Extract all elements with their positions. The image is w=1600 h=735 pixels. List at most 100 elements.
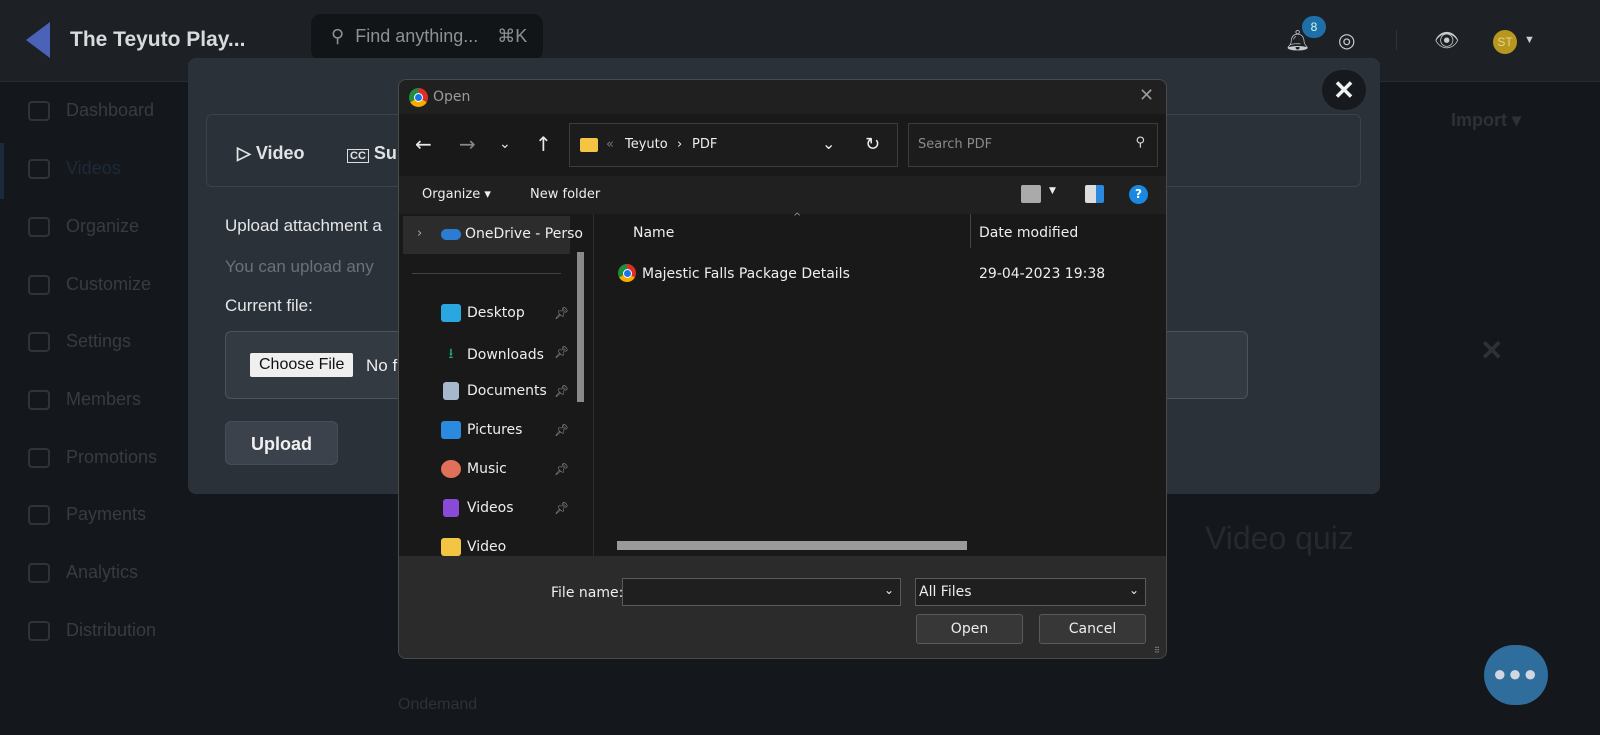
onedrive-icon <box>441 229 461 240</box>
brand-name[interactable]: The Teyuto Play... <box>70 28 245 52</box>
ondemand-label: Ondemand <box>398 696 478 713</box>
download-icon: ⭳ <box>448 346 454 362</box>
nav-label: Documents <box>467 383 547 399</box>
active-indicator <box>0 143 4 199</box>
sidebar-label: Members <box>66 389 142 409</box>
close-icon: ✕ <box>1480 335 1504 366</box>
chevron-down-icon[interactable]: ▼ <box>1049 186 1056 196</box>
sidebar-item-settings[interactable]: Settings <box>28 331 131 352</box>
dashboard-icon <box>28 100 50 121</box>
organize-icon <box>28 216 50 237</box>
sidebar-item-videos[interactable]: Videos <box>28 158 121 179</box>
avatar[interactable]: ST <box>1493 30 1517 54</box>
folder-icon <box>441 538 461 556</box>
sidebar-item-payments[interactable]: Payments <box>28 504 146 525</box>
expand-chevron-icon[interactable]: › <box>417 226 422 241</box>
nav-item-music[interactable]: Music <box>441 460 507 478</box>
address-bar[interactable]: « Teyuto › PDF ⌄ ↻ <box>569 123 898 167</box>
sidebar-item-customize[interactable]: Customize <box>28 274 151 295</box>
refresh-icon[interactable]: ↻ <box>865 134 880 155</box>
modal-close-button[interactable]: ✕ <box>1322 70 1366 110</box>
chrome-icon <box>618 264 636 282</box>
nav-item-downloads[interactable]: ⭳ Downloads <box>441 343 544 367</box>
pin-icon[interactable]: 📌︎ <box>554 501 569 515</box>
pin-icon[interactable]: 📌︎ <box>554 462 569 476</box>
view-options-icon[interactable] <box>1021 185 1041 203</box>
pin-icon[interactable]: 📌︎ <box>554 306 569 320</box>
divider <box>1396 30 1397 50</box>
music-icon <box>441 460 461 478</box>
forward-button[interactable]: → <box>459 132 476 156</box>
sidebar-item-promotions[interactable]: Promotions <box>28 447 157 468</box>
upload-subtext: You can upload any <box>225 257 374 276</box>
video-quiz-label: Video quiz <box>1205 520 1354 556</box>
nav-item-pictures[interactable]: Pictures <box>441 421 522 439</box>
file-name-input[interactable]: ⌄ <box>622 578 901 606</box>
up-button[interactable]: ↑ <box>535 132 552 156</box>
sidebar-item-dashboard[interactable]: Dashboard <box>28 100 154 121</box>
gear-icon <box>28 331 50 352</box>
cancel-button[interactable]: Cancel <box>1039 614 1146 644</box>
nav-item-videos[interactable]: Videos <box>441 499 514 517</box>
divider <box>593 214 594 556</box>
video-icon <box>28 158 50 179</box>
nav-label: Videos <box>467 500 514 516</box>
resize-grip-icon[interactable]: ⠿ <box>1154 646 1160 655</box>
file-type-select[interactable]: All Files ⌄ <box>915 578 1146 606</box>
sidebar-item-members[interactable]: Members <box>28 389 141 410</box>
current-file-label: Current file: <box>225 296 313 315</box>
nav-item-video-folder[interactable]: Video <box>441 538 506 556</box>
sidebar-item-organize[interactable]: Organize <box>28 216 139 237</box>
sidebar-label: Promotions <box>66 447 158 467</box>
new-folder-button[interactable]: New folder <box>530 187 600 202</box>
nav-item-desktop[interactable]: Desktop <box>441 304 525 322</box>
command-bar: Organize ▾ New folder ▼ ? <box>399 176 1166 214</box>
chrome-icon <box>409 88 428 107</box>
dialog-search-input[interactable]: Search PDF ⚲ <box>908 123 1158 167</box>
chevron-down-icon: ⌄ <box>1128 583 1139 597</box>
chevron-down-icon[interactable]: ▼ <box>1524 34 1535 46</box>
chevron-down-icon[interactable]: ⌄ <box>822 134 835 153</box>
help-icon[interactable]: ? <box>1129 185 1148 204</box>
nav-label: Downloads <box>467 347 544 363</box>
open-button[interactable]: Open <box>916 614 1023 644</box>
nav-item-documents[interactable]: Documents <box>441 382 547 400</box>
choose-file-button[interactable]: Choose File <box>250 353 354 377</box>
breadcrumb-pdf[interactable]: PDF <box>692 137 717 152</box>
pin-icon[interactable]: 📌︎ <box>554 384 569 398</box>
breadcrumb-teyuto[interactable]: Teyuto <box>625 137 668 152</box>
back-button[interactable]: ← <box>415 132 432 156</box>
nav-item-onedrive[interactable]: › OneDrive - Perso <box>403 216 583 254</box>
recent-locations-button[interactable]: ⌄ <box>499 136 511 152</box>
column-header-date[interactable]: Date modified <box>979 225 1078 241</box>
folder-icon <box>580 138 598 152</box>
sidebar-item-distribution[interactable]: Distribution <box>28 620 156 641</box>
horizontal-scrollbar[interactable] <box>617 541 967 550</box>
pin-icon[interactable]: 📌︎ <box>554 423 569 437</box>
preview-pane-icon[interactable] <box>1085 185 1104 203</box>
desktop-icon <box>441 304 461 322</box>
file-row[interactable]: Majestic Falls Package Details 29-04-202… <box>617 262 1157 288</box>
column-divider[interactable] <box>970 214 971 248</box>
chat-bubble-button[interactable]: ●●● <box>1484 645 1548 705</box>
content-pane: › OneDrive - Perso Desktop ⭳ Downloads Do… <box>399 212 1166 556</box>
nav-label: Video <box>467 539 507 555</box>
nav-label: Pictures <box>467 422 523 438</box>
search-input[interactable]: ⚲ Find anything... ⌘K <box>311 14 543 60</box>
sidebar-label: Settings <box>66 331 132 351</box>
sort-ascending-icon: ^ <box>793 212 802 223</box>
organize-button[interactable]: Organize ▾ <box>422 187 491 202</box>
tab-video[interactable]: ▷ Video <box>237 143 305 164</box>
pin-icon[interactable]: 📌︎ <box>554 345 569 359</box>
import-button: Import ▾ <box>1451 110 1522 130</box>
column-header-name[interactable]: Name <box>633 225 674 241</box>
upload-button[interactable]: Upload <box>225 421 338 465</box>
help-lifebuoy-icon[interactable]: ◎ <box>1338 28 1355 53</box>
sidebar-item-analytics[interactable]: Analytics <box>28 562 138 583</box>
nav-scrollbar[interactable] <box>577 252 584 402</box>
tab-label: Video <box>255 143 305 163</box>
eye-icon[interactable]: 👁︎ <box>1434 28 1459 53</box>
dialog-close-button[interactable]: ✕ <box>1139 85 1154 106</box>
pictures-icon <box>441 421 461 439</box>
chevron-down-icon[interactable]: ⌄ <box>884 583 894 597</box>
